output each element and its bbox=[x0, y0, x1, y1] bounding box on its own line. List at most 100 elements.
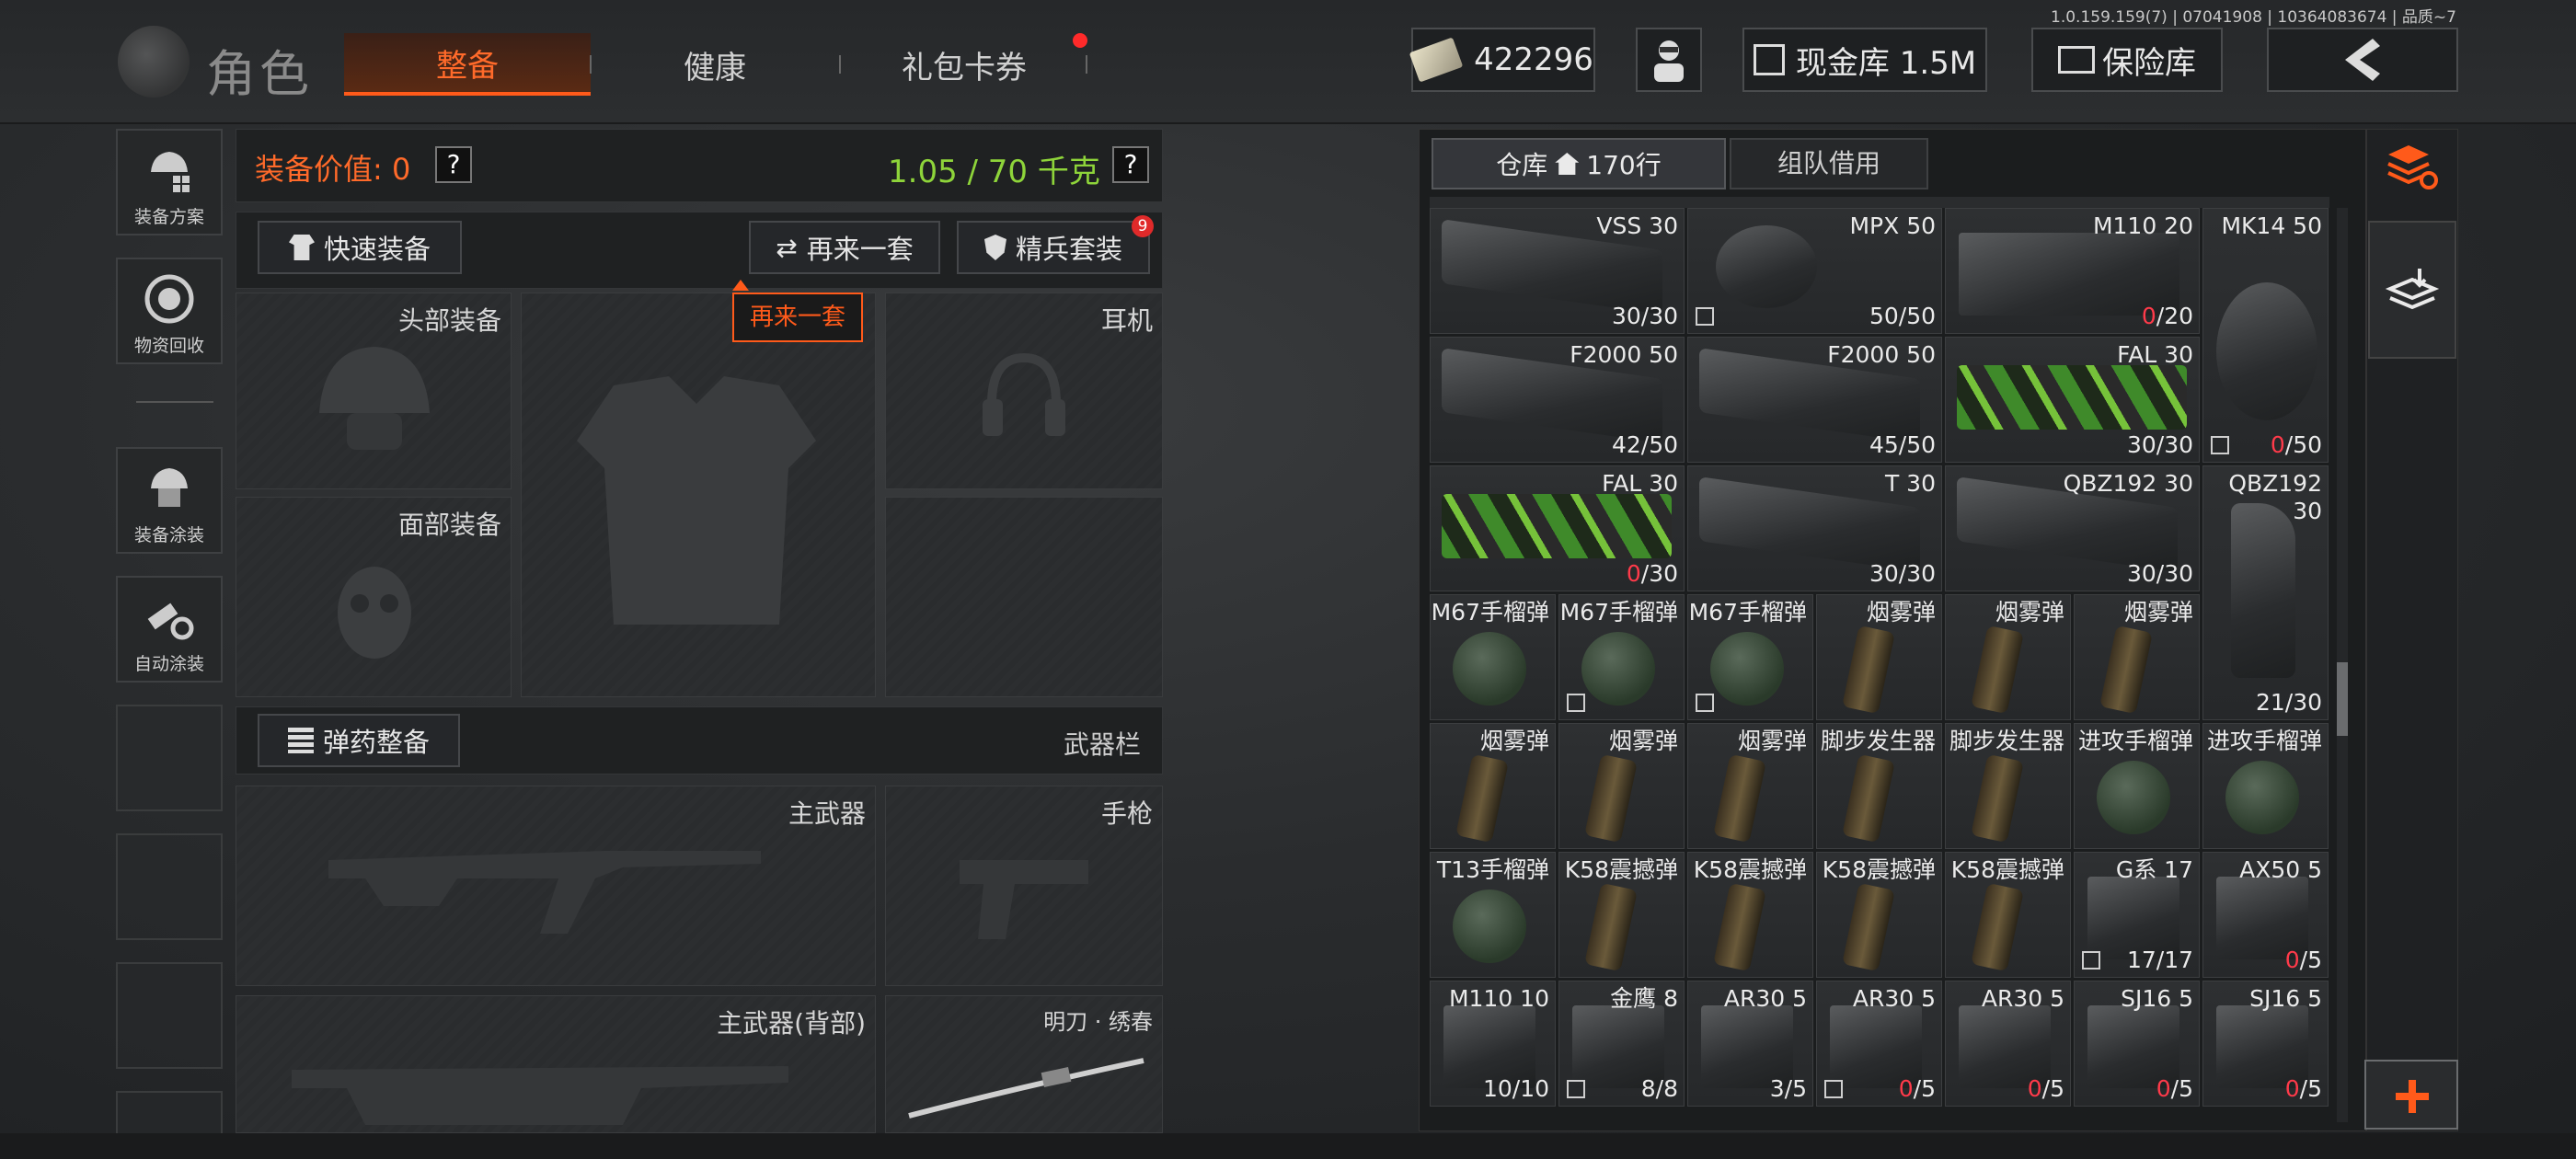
add-button[interactable] bbox=[2364, 1060, 2458, 1130]
camo-magazine-icon bbox=[1957, 365, 2187, 430]
empty-slot[interactable] bbox=[885, 497, 1163, 697]
recycle-button[interactable]: 物资回收 bbox=[116, 258, 223, 364]
scrollbar-thumb[interactable] bbox=[2337, 662, 2348, 736]
loadout-plan-button[interactable]: 装备方案 bbox=[116, 129, 223, 235]
rifle-icon bbox=[328, 851, 761, 934]
layers-refresh-icon[interactable] bbox=[2385, 142, 2440, 191]
pistol-slot[interactable]: 手枪 bbox=[885, 786, 1163, 986]
equip-summary-bar: 装备价值: 0 ? 1.05 / 70 千克 ? bbox=[236, 129, 1163, 202]
tab-team-borrow[interactable]: 组队借用 bbox=[1730, 138, 1928, 189]
back-button[interactable] bbox=[2267, 28, 2458, 92]
inventory-item[interactable]: SJ16 5 0/5 bbox=[2202, 981, 2329, 1107]
earpiece-slot[interactable]: 耳机 bbox=[885, 293, 1163, 489]
tab-separator bbox=[1086, 55, 1087, 74]
elite-set-button[interactable]: 精兵套装 bbox=[957, 221, 1150, 274]
inventory-item[interactable]: SJ16 5 0/5 bbox=[2074, 981, 2200, 1107]
head-slot-label: 头部装备 bbox=[397, 305, 501, 336]
primary-weapon-slot[interactable]: 主武器 bbox=[236, 786, 876, 986]
inventory-item[interactable]: M67手榴弹 bbox=[1558, 594, 1685, 720]
operator-button[interactable] bbox=[1636, 28, 1702, 92]
body-armor-slot[interactable] bbox=[521, 293, 876, 697]
canister-icon bbox=[1971, 753, 2024, 843]
inventory-item[interactable]: 烟雾弹 bbox=[1816, 594, 1942, 720]
primary-back-slot[interactable]: 主武器(背部) bbox=[236, 995, 876, 1133]
inventory-item[interactable]: K58震撼弹 bbox=[1816, 852, 1942, 978]
inventory-item[interactable]: 烟雾弹 bbox=[1945, 594, 2071, 720]
inventory-item[interactable]: M110 20 0/20 bbox=[1945, 208, 2200, 334]
weight-display: 1.05 / 70 千克 bbox=[888, 154, 1100, 190]
rifle-back-icon bbox=[292, 1066, 788, 1125]
inventory-item[interactable]: 烟雾弹 bbox=[1558, 723, 1685, 849]
tab-storage-label: 仓库 bbox=[1496, 150, 1548, 180]
auto-paint-button[interactable]: 自动涂装 bbox=[116, 576, 223, 683]
tab-loadout[interactable]: 整备 bbox=[344, 33, 591, 96]
inventory-item[interactable]: QBZ192 30 21/30 bbox=[2202, 465, 2329, 720]
inventory-item[interactable]: T13手榴弹 bbox=[1430, 852, 1556, 978]
head-slot[interactable]: 头部装备 bbox=[236, 293, 512, 489]
item-name: 烟雾弹 bbox=[1995, 599, 2064, 625]
canister-icon bbox=[1713, 882, 1766, 972]
inventory-item[interactable]: K58震撼弹 bbox=[1687, 852, 1813, 978]
inventory-item[interactable]: T 30 30/30 bbox=[1687, 465, 1942, 591]
tab-storage[interactable]: 仓库 170行 bbox=[1432, 138, 1726, 189]
tab-gift-cards[interactable]: 礼包卡券 bbox=[846, 33, 1082, 96]
stack-download-button[interactable] bbox=[2368, 221, 2456, 359]
currency-display[interactable]: 422296 bbox=[1409, 28, 1595, 92]
face-slot-label: 面部装备 bbox=[397, 510, 501, 540]
inventory-item[interactable]: AX50 5 0/5 bbox=[2202, 852, 2329, 978]
operator-icon bbox=[1654, 40, 1684, 82]
inventory-item[interactable]: MPX 50 50/50 bbox=[1687, 208, 1942, 334]
cash-vault-button[interactable]: 现金库 1.5M bbox=[1742, 28, 1987, 92]
inventory-item[interactable]: M67手榴弹 bbox=[1430, 594, 1556, 720]
inventory-item[interactable]: 脚步发生器 bbox=[1945, 723, 2071, 849]
bottom-bar bbox=[0, 1133, 2576, 1159]
item-count: 0/50 bbox=[2270, 431, 2322, 458]
inventory-item[interactable]: 金鹰 8 8/8 bbox=[1558, 981, 1685, 1107]
inventory-item[interactable]: K58震撼弹 bbox=[1558, 852, 1685, 978]
item-name: AR30 5 bbox=[1981, 985, 2064, 1012]
canister-icon bbox=[1971, 882, 2024, 972]
again-button[interactable]: ⇄ 再来一套 bbox=[749, 221, 940, 274]
inventory-item[interactable]: 烟雾弹 bbox=[2074, 594, 2200, 720]
item-count: 30/30 bbox=[1869, 560, 1936, 587]
inventory-item[interactable]: 进攻手榴弹 bbox=[2202, 723, 2329, 849]
tab-health[interactable]: 健康 bbox=[598, 33, 832, 96]
cash-vault-icon bbox=[1753, 44, 1785, 75]
inventory-item[interactable]: 进攻手榴弹 bbox=[2074, 723, 2200, 849]
refresh-icon: ⇄ bbox=[776, 232, 798, 263]
inventory-item[interactable]: FAL 30 30/30 bbox=[1945, 337, 2200, 463]
inventory-item[interactable]: G系 17 17/17 bbox=[2074, 852, 2200, 978]
inventory-item[interactable]: F2000 50 45/50 bbox=[1687, 337, 1942, 463]
melee-slot[interactable]: 明刀 · 绣春 bbox=[885, 995, 1163, 1133]
inventory-item[interactable]: AR30 5 3/5 bbox=[1687, 981, 1813, 1107]
inventory-item[interactable]: 烟雾弹 bbox=[1430, 723, 1556, 849]
item-name: 烟雾弹 bbox=[1866, 599, 1936, 625]
inventory-item[interactable]: FAL 30 0/30 bbox=[1430, 465, 1685, 591]
rail-label: 物资回收 bbox=[133, 336, 204, 356]
weight-help-icon[interactable]: ? bbox=[1112, 146, 1149, 183]
inventory-item[interactable]: 烟雾弹 bbox=[1687, 723, 1813, 849]
help-icon[interactable]: ? bbox=[435, 146, 472, 183]
rail-empty-slot[interactable] bbox=[116, 962, 223, 1069]
rail-empty-slot[interactable] bbox=[116, 833, 223, 940]
ammo-prep-button[interactable]: 弹药整备 bbox=[258, 714, 460, 767]
safe-vault-button[interactable]: 保险库 bbox=[2031, 28, 2223, 92]
paint-button[interactable]: 装备涂装 bbox=[116, 447, 223, 554]
inventory-item[interactable]: F2000 50 42/50 bbox=[1430, 337, 1685, 463]
weapon-bar-label: 武器栏 bbox=[1064, 729, 1142, 760]
inventory-item[interactable]: M110 10 10/10 bbox=[1430, 981, 1556, 1107]
inventory-item[interactable]: AR30 5 0/5 bbox=[1945, 981, 2071, 1107]
item-name: M110 10 bbox=[1448, 985, 1549, 1012]
inventory-item[interactable]: M67手榴弹 bbox=[1687, 594, 1813, 720]
rail-empty-slot[interactable] bbox=[116, 705, 223, 811]
inventory-item[interactable]: MK14 50 0/50 bbox=[2202, 208, 2329, 463]
item-name: K58震撼弹 bbox=[1950, 856, 2064, 883]
quick-equip-button[interactable]: 快速装备 bbox=[258, 221, 462, 274]
inventory-item[interactable]: QBZ192 30 30/30 bbox=[1945, 465, 2200, 591]
inventory-item[interactable]: VSS 30 30/30 bbox=[1430, 208, 1685, 334]
item-name: 金鹰 8 bbox=[1610, 985, 1678, 1012]
face-slot[interactable]: 面部装备 bbox=[236, 497, 512, 697]
inventory-item[interactable]: K58震撼弹 bbox=[1945, 852, 2071, 978]
inventory-item[interactable]: AR30 5 0/5 bbox=[1816, 981, 1942, 1107]
inventory-item[interactable]: 脚步发生器 bbox=[1816, 723, 1942, 849]
